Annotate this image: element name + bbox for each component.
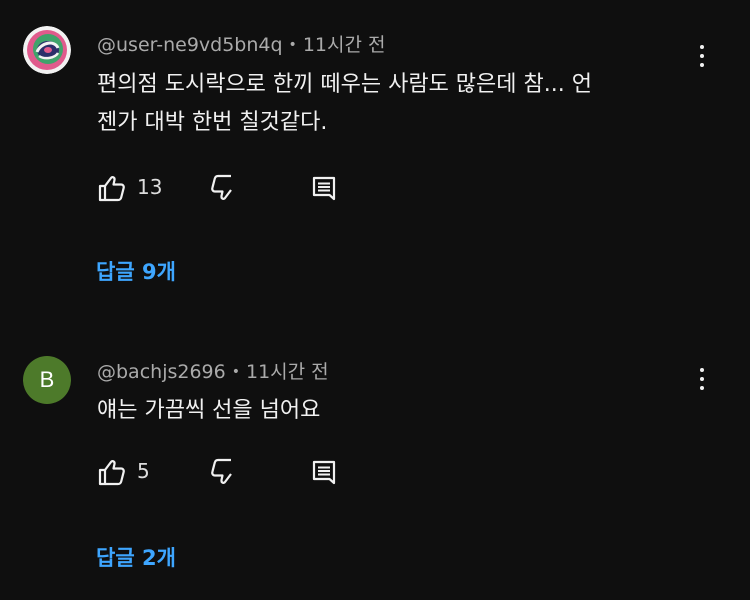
avatar[interactable]: [23, 26, 71, 74]
comment-actions: 5: [96, 456, 396, 488]
more-dot: [700, 377, 704, 381]
thumbs-up-icon[interactable]: [96, 456, 128, 488]
like-count: 13: [137, 175, 163, 199]
comment-text-line: 얘는 가끔씩 선을 넘어요: [97, 398, 321, 423]
reply-icon[interactable]: [308, 172, 340, 204]
more-dot: [700, 63, 704, 67]
avatar-letter: B: [39, 367, 55, 392]
swirl-avatar-icon: [23, 26, 71, 74]
view-replies-button[interactable]: 답글 2개: [96, 542, 176, 572]
timestamp[interactable]: 11시간 전: [303, 34, 386, 56]
comment-text-line: 젠가 대박 한번 칠것같다.: [97, 110, 328, 135]
more-dot: [700, 54, 704, 58]
comment-actions: 13: [96, 172, 396, 204]
author-handle[interactable]: @user-ne9vd5bn4q: [97, 34, 283, 56]
reply-icon[interactable]: [308, 456, 340, 488]
author-handle[interactable]: @bachjs2696: [97, 361, 226, 383]
separator-dot: •: [288, 37, 297, 53]
more-vertical-icon: [700, 368, 704, 372]
thumbs-down-icon[interactable]: [208, 172, 240, 204]
like-count: 5: [137, 459, 150, 483]
timestamp[interactable]: 11시간 전: [246, 361, 329, 383]
avatar[interactable]: B: [23, 356, 71, 404]
thumbs-down-icon[interactable]: [208, 456, 240, 488]
comment-meta: @bachjs2696 • 11시간 전: [97, 357, 329, 384]
view-replies-button[interactable]: 답글 9개: [96, 256, 176, 286]
comment-meta: @user-ne9vd5bn4q • 11시간 전: [97, 30, 385, 57]
comment-text: 얘는 가끔씩 선을 넘어요: [97, 392, 697, 430]
separator-dot: •: [231, 364, 240, 380]
more-options-button[interactable]: [686, 363, 718, 395]
more-dot: [700, 386, 704, 390]
thumbs-up-icon[interactable]: [96, 172, 128, 204]
more-vertical-icon: [700, 45, 704, 49]
comment-text-line: 편의점 도시락으로 한끼 떼우는 사람도 많은데 참... 언: [97, 72, 592, 97]
comment-text: 편의점 도시락으로 한끼 떼우는 사람도 많은데 참... 언 젠가 대박 한번…: [97, 66, 697, 142]
